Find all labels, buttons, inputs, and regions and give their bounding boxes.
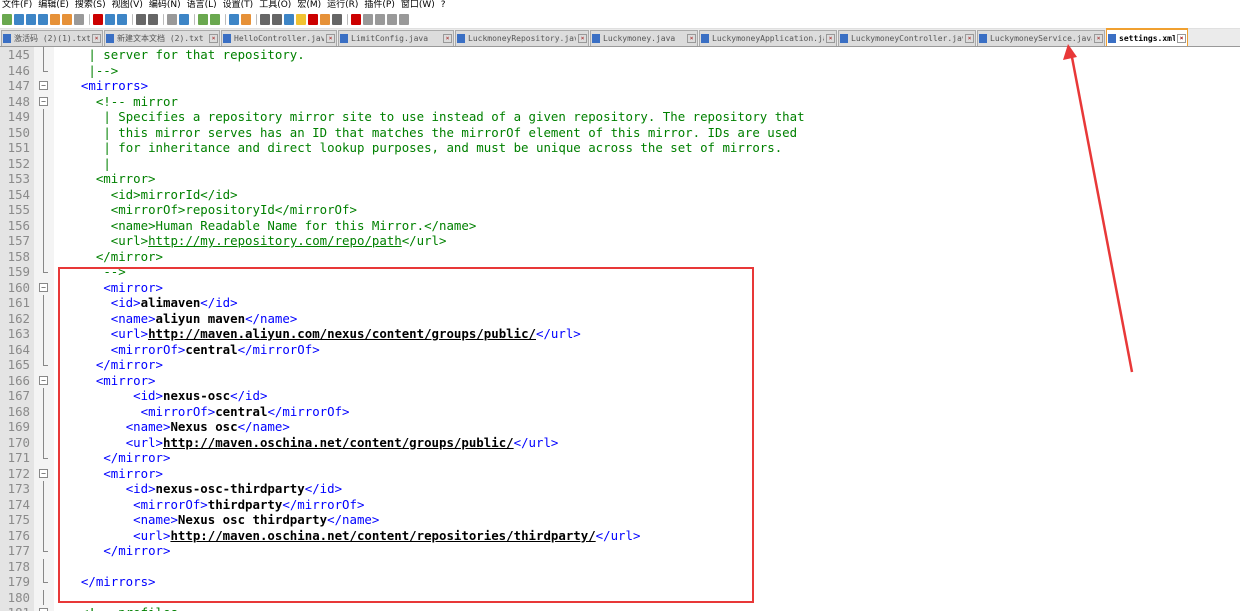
- annotation-arrow: [1063, 44, 1134, 373]
- arrowhead-icon: [1063, 44, 1077, 60]
